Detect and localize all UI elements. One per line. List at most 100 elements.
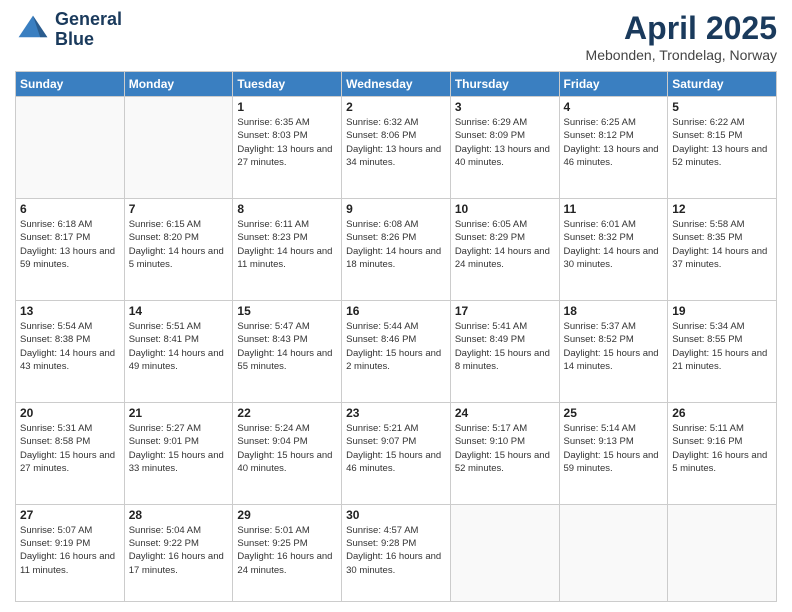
- day-info: Sunrise: 6:11 AMSunset: 8:23 PMDaylight:…: [237, 218, 337, 271]
- page: General Blue April 2025 Mebonden, Tronde…: [0, 0, 792, 612]
- day-info: Sunrise: 4:57 AMSunset: 9:28 PMDaylight:…: [346, 524, 446, 577]
- day-number: 13: [20, 304, 120, 318]
- day-cell: 23Sunrise: 5:21 AMSunset: 9:07 PMDayligh…: [342, 402, 451, 504]
- day-number: 29: [237, 508, 337, 522]
- day-number: 25: [564, 406, 664, 420]
- day-info: Sunrise: 5:21 AMSunset: 9:07 PMDaylight:…: [346, 422, 446, 475]
- day-info: Sunrise: 5:37 AMSunset: 8:52 PMDaylight:…: [564, 320, 664, 373]
- col-header-monday: Monday: [124, 72, 233, 97]
- day-info: Sunrise: 5:31 AMSunset: 8:58 PMDaylight:…: [20, 422, 120, 475]
- day-info: Sunrise: 5:04 AMSunset: 9:22 PMDaylight:…: [129, 524, 229, 577]
- week-row-3: 13 Sunrise: 5:54 AMSunset: 8:38 PMDayligh…: [16, 300, 777, 402]
- day-info: Sunrise: 5:27 AMSunset: 9:01 PMDaylight:…: [129, 422, 229, 475]
- col-header-friday: Friday: [559, 72, 668, 97]
- day-cell: 13 Sunrise: 5:54 AMSunset: 8:38 PMDayligh…: [16, 300, 125, 402]
- day-info: Sunrise: 6:18 AMSunset: 8:17 PMDaylight:…: [20, 218, 120, 271]
- day-info: Sunrise: 5:17 AMSunset: 9:10 PMDaylight:…: [455, 422, 555, 475]
- logo-text: General Blue: [55, 10, 122, 50]
- day-cell: 29 Sunrise: 5:01 AMSunset: 9:25 PMDayligh…: [233, 504, 342, 601]
- day-cell: 30 Sunrise: 4:57 AMSunset: 9:28 PMDayligh…: [342, 504, 451, 601]
- day-number: 24: [455, 406, 555, 420]
- logo-icon: [15, 12, 51, 48]
- day-info: Sunrise: 5:14 AMSunset: 9:13 PMDaylight:…: [564, 422, 664, 475]
- day-info: Sunrise: 5:24 AMSunset: 9:04 PMDaylight:…: [237, 422, 337, 475]
- day-cell: 17Sunrise: 5:41 AMSunset: 8:49 PMDayligh…: [450, 300, 559, 402]
- calendar-table: SundayMondayTuesdayWednesdayThursdayFrid…: [15, 71, 777, 602]
- day-cell: 9 Sunrise: 6:08 AMSunset: 8:26 PMDaylight…: [342, 198, 451, 300]
- day-number: 18: [564, 304, 664, 318]
- day-cell: 11 Sunrise: 6:01 AMSunset: 8:32 PMDayligh…: [559, 198, 668, 300]
- col-header-tuesday: Tuesday: [233, 72, 342, 97]
- day-cell: 5Sunrise: 6:22 AMSunset: 8:15 PMDaylight…: [668, 97, 777, 199]
- day-info: Sunrise: 5:07 AMSunset: 9:19 PMDaylight:…: [20, 524, 120, 577]
- day-cell: 26 Sunrise: 5:11 AMSunset: 9:16 PMDayligh…: [668, 402, 777, 504]
- col-header-wednesday: Wednesday: [342, 72, 451, 97]
- header: General Blue April 2025 Mebonden, Tronde…: [15, 10, 777, 63]
- day-number: 8: [237, 202, 337, 216]
- day-cell: 3 Sunrise: 6:29 AMSunset: 8:09 PMDaylight…: [450, 97, 559, 199]
- day-cell: 21Sunrise: 5:27 AMSunset: 9:01 PMDayligh…: [124, 402, 233, 504]
- day-cell: 15Sunrise: 5:47 AMSunset: 8:43 PMDayligh…: [233, 300, 342, 402]
- logo-line1: General: [55, 10, 122, 30]
- day-cell: 25 Sunrise: 5:14 AMSunset: 9:13 PMDayligh…: [559, 402, 668, 504]
- day-number: 14: [129, 304, 229, 318]
- day-cell: 7Sunrise: 6:15 AMSunset: 8:20 PMDaylight…: [124, 198, 233, 300]
- week-row-2: 6 Sunrise: 6:18 AMSunset: 8:17 PMDaylight…: [16, 198, 777, 300]
- title-block: April 2025 Mebonden, Trondelag, Norway: [586, 10, 777, 63]
- day-info: Sunrise: 6:08 AMSunset: 8:26 PMDaylight:…: [346, 218, 446, 271]
- day-number: 27: [20, 508, 120, 522]
- day-cell: 27 Sunrise: 5:07 AMSunset: 9:19 PMDayligh…: [16, 504, 125, 601]
- day-cell: 20Sunrise: 5:31 AMSunset: 8:58 PMDayligh…: [16, 402, 125, 504]
- subtitle: Mebonden, Trondelag, Norway: [586, 47, 777, 63]
- day-cell: [450, 504, 559, 601]
- day-cell: 10 Sunrise: 6:05 AMSunset: 8:29 PMDayligh…: [450, 198, 559, 300]
- day-number: 11: [564, 202, 664, 216]
- day-number: 12: [672, 202, 772, 216]
- day-cell: 24 Sunrise: 5:17 AMSunset: 9:10 PMDayligh…: [450, 402, 559, 504]
- day-cell: 22 Sunrise: 5:24 AMSunset: 9:04 PMDayligh…: [233, 402, 342, 504]
- day-info: Sunrise: 6:35 AMSunset: 8:03 PMDaylight:…: [237, 116, 337, 169]
- day-number: 1: [237, 100, 337, 114]
- day-number: 19: [672, 304, 772, 318]
- day-info: Sunrise: 5:51 AMSunset: 8:41 PMDaylight:…: [129, 320, 229, 373]
- day-number: 9: [346, 202, 446, 216]
- day-number: 3: [455, 100, 555, 114]
- day-cell: 1 Sunrise: 6:35 AMSunset: 8:03 PMDaylight…: [233, 97, 342, 199]
- day-info: Sunrise: 6:22 AMSunset: 8:15 PMDaylight:…: [672, 116, 772, 169]
- day-info: Sunrise: 6:29 AMSunset: 8:09 PMDaylight:…: [455, 116, 555, 169]
- day-number: 4: [564, 100, 664, 114]
- day-number: 16: [346, 304, 446, 318]
- day-number: 2: [346, 100, 446, 114]
- day-cell: 4 Sunrise: 6:25 AMSunset: 8:12 PMDaylight…: [559, 97, 668, 199]
- day-info: Sunrise: 6:01 AMSunset: 8:32 PMDaylight:…: [564, 218, 664, 271]
- week-row-1: 1 Sunrise: 6:35 AMSunset: 8:03 PMDaylight…: [16, 97, 777, 199]
- day-number: 10: [455, 202, 555, 216]
- week-row-4: 20Sunrise: 5:31 AMSunset: 8:58 PMDayligh…: [16, 402, 777, 504]
- week-row-5: 27 Sunrise: 5:07 AMSunset: 9:19 PMDayligh…: [16, 504, 777, 601]
- day-info: Sunrise: 6:15 AMSunset: 8:20 PMDaylight:…: [129, 218, 229, 271]
- day-number: 15: [237, 304, 337, 318]
- day-info: Sunrise: 5:01 AMSunset: 9:25 PMDaylight:…: [237, 524, 337, 577]
- day-cell: 8 Sunrise: 6:11 AMSunset: 8:23 PMDaylight…: [233, 198, 342, 300]
- day-cell: 6 Sunrise: 6:18 AMSunset: 8:17 PMDaylight…: [16, 198, 125, 300]
- day-number: 6: [20, 202, 120, 216]
- day-number: 26: [672, 406, 772, 420]
- col-header-saturday: Saturday: [668, 72, 777, 97]
- day-cell: 14 Sunrise: 5:51 AMSunset: 8:41 PMDayligh…: [124, 300, 233, 402]
- main-title: April 2025: [586, 10, 777, 47]
- day-cell: 12Sunrise: 5:58 AMSunset: 8:35 PMDayligh…: [668, 198, 777, 300]
- day-cell: 19 Sunrise: 5:34 AMSunset: 8:55 PMDayligh…: [668, 300, 777, 402]
- day-info: Sunrise: 5:34 AMSunset: 8:55 PMDaylight:…: [672, 320, 772, 373]
- day-info: Sunrise: 6:25 AMSunset: 8:12 PMDaylight:…: [564, 116, 664, 169]
- day-number: 30: [346, 508, 446, 522]
- logo-line2: Blue: [55, 30, 122, 50]
- day-info: Sunrise: 6:32 AMSunset: 8:06 PMDaylight:…: [346, 116, 446, 169]
- day-info: Sunrise: 5:44 AMSunset: 8:46 PMDaylight:…: [346, 320, 446, 373]
- day-cell: 28Sunrise: 5:04 AMSunset: 9:22 PMDayligh…: [124, 504, 233, 601]
- day-info: Sunrise: 5:54 AMSunset: 8:38 PMDaylight:…: [20, 320, 120, 373]
- day-number: 22: [237, 406, 337, 420]
- day-cell: [559, 504, 668, 601]
- day-info: Sunrise: 6:05 AMSunset: 8:29 PMDaylight:…: [455, 218, 555, 271]
- day-info: Sunrise: 5:11 AMSunset: 9:16 PMDaylight:…: [672, 422, 772, 475]
- day-cell: [668, 504, 777, 601]
